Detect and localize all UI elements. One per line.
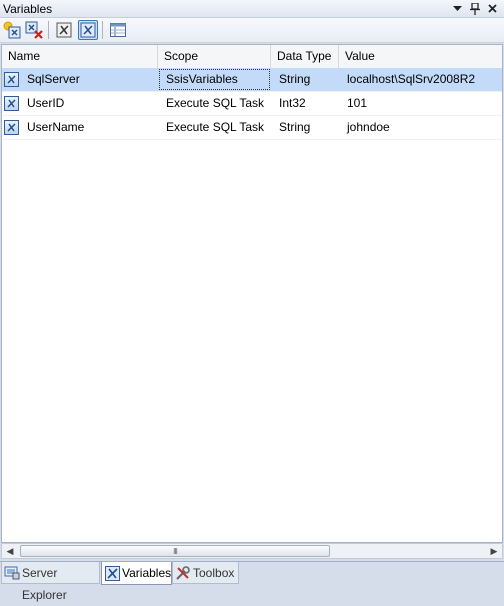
variable-name-cell[interactable]: UserID bbox=[2, 92, 158, 115]
tab-server-explorer[interactable]: Server Explorer bbox=[1, 562, 100, 602]
server-explorer-icon bbox=[4, 565, 20, 581]
variable-type-cell[interactable]: String bbox=[271, 116, 339, 139]
toolbox-icon bbox=[175, 565, 191, 581]
variable-name-cell[interactable]: UserName bbox=[2, 116, 158, 139]
delete-variable-icon[interactable] bbox=[24, 20, 44, 40]
variable-scope-cell[interactable]: Execute SQL Task bbox=[158, 116, 271, 139]
table-row[interactable]: UserID Execute SQL Task Int32 101 bbox=[2, 92, 502, 116]
variable-type-cell[interactable]: Int32 bbox=[271, 92, 339, 115]
tab-label: Server Explorer bbox=[22, 566, 67, 602]
horizontal-scrollbar[interactable]: ◀ III ▶ bbox=[1, 543, 503, 559]
tab-label: Variables bbox=[122, 566, 172, 580]
tab-label: Toolbox bbox=[193, 566, 235, 580]
column-header-scope[interactable]: Scope bbox=[158, 45, 271, 68]
variable-value-cell[interactable]: localhost\SqlSrv2008R2 bbox=[339, 68, 502, 91]
variable-scope-cell[interactable]: Execute SQL Task bbox=[158, 92, 271, 115]
variable-scope-cell[interactable]: SsisVariables bbox=[158, 68, 271, 91]
variable-value-cell[interactable]: johndoe bbox=[339, 116, 502, 139]
variables-icon bbox=[104, 565, 120, 581]
column-header-value[interactable]: Value bbox=[339, 45, 502, 68]
close-icon[interactable] bbox=[485, 1, 500, 16]
scroll-right-icon[interactable]: ▶ bbox=[486, 544, 502, 558]
add-variable-icon[interactable] bbox=[2, 20, 22, 40]
grid-header: Name Scope Data Type Value bbox=[2, 45, 502, 69]
tool-window-title-bar: Variables bbox=[0, 0, 504, 18]
variable-type-cell[interactable]: String bbox=[271, 68, 339, 91]
variables-grid: Name Scope Data Type Value SqlServer Ssi… bbox=[1, 44, 503, 543]
tab-toolbox[interactable]: Toolbox bbox=[172, 562, 239, 584]
pin-icon[interactable] bbox=[467, 1, 482, 16]
show-all-variables-icon[interactable] bbox=[78, 20, 98, 40]
scrollbar-grip: III bbox=[173, 546, 178, 556]
tool-window-tabs: Server Explorer Variables Toolbox bbox=[0, 561, 504, 602]
show-system-variables-icon[interactable] bbox=[54, 20, 74, 40]
variables-toolbar bbox=[0, 18, 504, 43]
window-title: Variables bbox=[3, 2, 53, 16]
table-row[interactable]: UserName Execute SQL Task String johndoe bbox=[2, 116, 502, 140]
variable-name-cell[interactable]: SqlServer bbox=[2, 68, 158, 91]
choose-columns-icon[interactable] bbox=[108, 20, 128, 40]
scroll-left-icon[interactable]: ◀ bbox=[2, 544, 18, 558]
chevron-down-icon[interactable] bbox=[450, 1, 465, 16]
table-row[interactable]: SqlServer SsisVariables String localhost… bbox=[2, 68, 502, 92]
column-header-name[interactable]: Name bbox=[2, 45, 158, 68]
tab-variables[interactable]: Variables bbox=[101, 562, 172, 585]
variable-value-cell[interactable]: 101 bbox=[339, 92, 502, 115]
column-header-data-type[interactable]: Data Type bbox=[271, 45, 339, 68]
scrollbar-thumb[interactable]: III bbox=[20, 545, 330, 557]
